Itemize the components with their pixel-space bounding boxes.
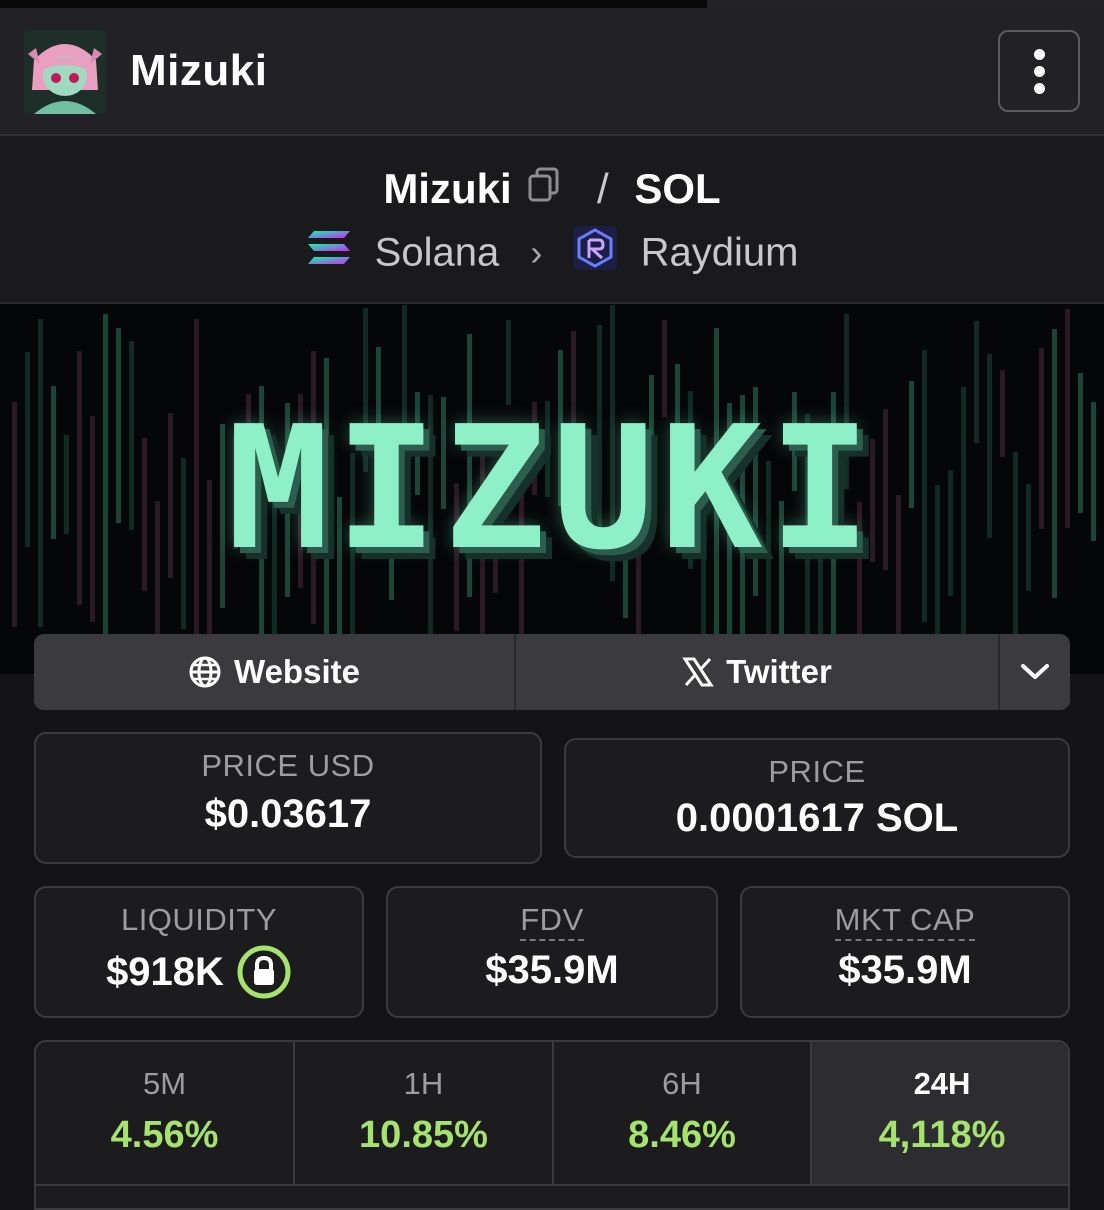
price-change-tabs: 5M 4.56% 1H 10.85% 6H 8.46% 24H 4,118%	[34, 1040, 1070, 1210]
change-24h-label: 24H	[913, 1066, 971, 1101]
pair-line: Mizuki / SOL	[0, 162, 1104, 213]
fdv-label[interactable]: FDV	[520, 902, 584, 941]
market-cap-box: MKT CAP $35.9M	[740, 886, 1070, 1018]
liquidity-label: LIQUIDITY	[120, 902, 278, 937]
chevron-right-icon: ›	[530, 232, 543, 273]
dex-name[interactable]: Raydium	[641, 231, 799, 275]
price-native-box: PRICE 0.0001617 SOL	[564, 738, 1070, 858]
website-button[interactable]: Website	[34, 634, 516, 710]
change-tab-1h[interactable]: 1H 10.85%	[295, 1042, 552, 1186]
change-5m-value: 4.56%	[110, 1114, 219, 1156]
price-usd-box: PRICE USD $0.03617	[34, 732, 542, 864]
change-tab-6h[interactable]: 6H 8.46%	[554, 1042, 810, 1186]
raydium-icon	[573, 226, 618, 280]
change-24h-value: 4,118%	[878, 1114, 1006, 1156]
chain-breadcrumb: Solana › Raydium	[0, 226, 1104, 280]
globe-icon	[189, 656, 221, 688]
lock-icon[interactable]	[236, 944, 292, 1000]
change-6h-label: 6H	[662, 1066, 702, 1101]
change-1h-value: 10.85%	[359, 1114, 488, 1156]
base-token-name: Mizuki	[383, 164, 512, 212]
kebab-menu-icon	[1033, 48, 1045, 60]
solana-icon	[306, 229, 352, 277]
header-title: Mizuki	[130, 46, 268, 95]
change-6h-value: 8.46%	[628, 1114, 736, 1156]
page-scroll-progress-fill	[0, 0, 707, 8]
kebab-menu-button[interactable]	[998, 30, 1080, 112]
kebab-dot	[1033, 82, 1045, 94]
x-logo-icon	[682, 657, 714, 687]
price-native-label: PRICE	[768, 754, 866, 789]
kebab-dot	[1033, 65, 1045, 77]
twitter-label: Twitter	[726, 653, 832, 690]
change-tab-24h[interactable]: 24H 4,118%	[812, 1042, 1068, 1186]
quote-token-name: SOL	[634, 164, 721, 212]
liquidity-value: $918K	[106, 949, 224, 994]
fdv-box: FDV $35.9M	[386, 886, 718, 1018]
more-links-button[interactable]	[1000, 634, 1070, 710]
market-cap-label[interactable]: MKT CAP	[834, 902, 976, 941]
avatar-image[interactable]	[24, 30, 106, 114]
twitter-button[interactable]: Twitter	[516, 634, 1000, 710]
copy-icon[interactable]	[527, 165, 561, 213]
market-cap-value: $35.9M	[838, 948, 972, 992]
price-native-value: 0.0001617 SOL	[675, 796, 959, 840]
token-banner: MIZUKI	[0, 304, 1104, 674]
pair-separator: /	[597, 164, 609, 212]
change-5m-label: 5M	[142, 1066, 187, 1101]
price-usd-label: PRICE USD	[201, 748, 375, 783]
table-row-divider	[36, 1184, 1068, 1186]
pair-info: Mizuki / SOL Solana › Raydium	[0, 136, 1104, 304]
chevron-down-icon	[1021, 664, 1049, 679]
change-tab-5m[interactable]: 5M 4.56%	[36, 1042, 293, 1186]
banner-logo-text: MIZUKI	[226, 390, 878, 588]
price-usd-value: $0.03617	[204, 792, 372, 836]
fdv-value: $35.9M	[485, 948, 619, 992]
social-links-bar: Website Twitter	[34, 634, 1070, 710]
change-1h-label: 1H	[403, 1066, 444, 1101]
top-header: Mizuki	[0, 8, 1104, 136]
chain-name[interactable]: Solana	[375, 231, 500, 275]
website-label: Website	[234, 653, 360, 690]
page-scroll-progress	[0, 0, 1104, 8]
liquidity-box: LIQUIDITY $918K	[34, 886, 364, 1018]
